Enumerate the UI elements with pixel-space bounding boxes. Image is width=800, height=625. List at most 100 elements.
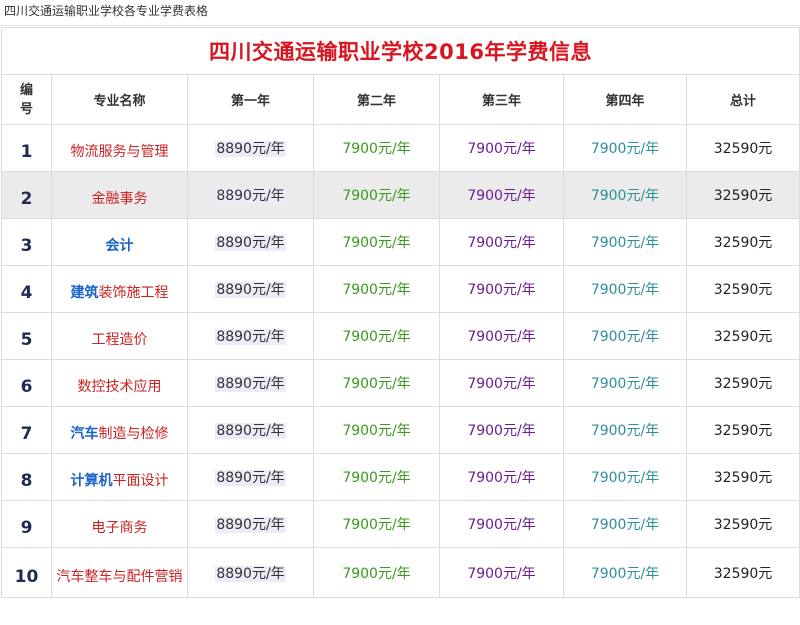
fee-year4: 7900元/年 xyxy=(563,265,687,313)
fee-year1-value: 8890元/年 xyxy=(215,188,286,204)
fee-year4: 7900元/年 xyxy=(563,359,687,407)
fee-total: 32590元 xyxy=(685,359,800,407)
major-name-text: 电子商务 xyxy=(91,520,148,536)
fee-year1-value: 8890元/年 xyxy=(215,470,286,486)
fee-total: 32590元 xyxy=(685,547,800,598)
fee-year1-value: 8890元/年 xyxy=(215,565,286,582)
major-name: 电子商务 xyxy=(51,500,188,548)
fee-year4: 7900元/年 xyxy=(563,171,687,219)
fee-year2: 7900元/年 xyxy=(313,171,440,219)
fee-year3: 7900元/年 xyxy=(439,124,564,172)
fee-total: 32590元 xyxy=(685,124,800,172)
header-major: 专业名称 xyxy=(51,74,188,125)
major-name-highlight: 汽车 xyxy=(70,426,99,442)
row-number: 2 xyxy=(1,171,52,219)
major-name: 金融事务 xyxy=(51,171,188,219)
row-number: 8 xyxy=(1,453,52,501)
header-year2: 第二年 xyxy=(313,74,440,125)
fee-total: 32590元 xyxy=(685,265,800,313)
fee-year1: 8890元/年 xyxy=(187,218,314,266)
fee-total: 32590元 xyxy=(685,218,800,266)
fee-year1: 8890元/年 xyxy=(187,500,314,548)
major-name-text: 工程造价 xyxy=(91,332,148,348)
table-row: 10 汽车整车与配件营销 8890元/年 7900元/年 7900元/年 7900元/年 3… xyxy=(1,547,800,598)
major-name-text: 金融事务 xyxy=(91,191,148,207)
major-name-text: 汽车整车与配件营销 xyxy=(56,568,183,585)
header-number-line1: 编 xyxy=(19,82,33,98)
fee-total: 32590元 xyxy=(685,312,800,360)
major-name-highlight: 计算机 xyxy=(70,473,113,489)
fee-total: 32590元 xyxy=(685,453,800,501)
header-number-line2: 号 xyxy=(19,101,33,117)
header-number: 编 号 xyxy=(1,74,52,125)
fee-total: 32590元 xyxy=(685,500,800,548)
table-title-row: 四川交通运输职业学校2016年学费信息 xyxy=(0,27,800,75)
fee-year4: 7900元/年 xyxy=(563,500,687,548)
major-name-highlight: 会计 xyxy=(105,238,134,254)
major-name: 物流服务与管理 xyxy=(51,124,188,172)
fee-year3: 7900元/年 xyxy=(439,218,564,266)
header-year1: 第一年 xyxy=(187,74,314,125)
page-caption: 四川交通运输职业学校各专业学费表格 xyxy=(0,0,800,26)
major-name-text: 装饰施工程 xyxy=(98,285,169,301)
major-name-text: 数控技术应用 xyxy=(77,379,162,395)
row-number: 3 xyxy=(1,218,52,266)
fee-year4: 7900元/年 xyxy=(563,547,687,598)
fee-year2: 7900元/年 xyxy=(313,406,440,454)
fee-year2: 7900元/年 xyxy=(313,218,440,266)
fee-year4: 7900元/年 xyxy=(563,453,687,501)
fee-year3: 7900元/年 xyxy=(439,547,564,598)
row-number: 10 xyxy=(1,547,52,598)
row-number: 5 xyxy=(1,312,52,360)
row-number: 9 xyxy=(1,500,52,548)
major-name-highlight: 建筑 xyxy=(70,285,99,301)
fee-year1: 8890元/年 xyxy=(187,124,314,172)
major-name: 数控技术应用 xyxy=(51,359,188,407)
fee-year4: 7900元/年 xyxy=(563,312,687,360)
major-name-text: 制造与检修 xyxy=(98,426,169,442)
fee-year2: 7900元/年 xyxy=(313,453,440,501)
table-header-row: 编 号 专业名称 第一年 第二年 第三年 第四年 总计 xyxy=(1,74,800,125)
table-row: 4 建筑装饰施工程 8890元/年 7900元/年 7900元/年 7900元/年 3259… xyxy=(1,265,800,313)
fee-year1: 8890元/年 xyxy=(187,359,314,407)
fee-year2: 7900元/年 xyxy=(313,500,440,548)
fee-total: 32590元 xyxy=(685,406,800,454)
fee-year1-value: 8890元/年 xyxy=(215,141,286,157)
row-number: 1 xyxy=(1,124,52,172)
row-number: 6 xyxy=(1,359,52,407)
header-year3: 第三年 xyxy=(439,74,564,125)
fee-year2: 7900元/年 xyxy=(313,124,440,172)
fee-year1-value: 8890元/年 xyxy=(215,235,286,251)
fee-year1: 8890元/年 xyxy=(187,453,314,501)
fee-total: 32590元 xyxy=(685,171,800,219)
table-row: 9 电子商务 8890元/年 7900元/年 7900元/年 7900元/年 32590元 xyxy=(1,500,800,548)
fee-year1-value: 8890元/年 xyxy=(215,282,286,298)
fee-year1: 8890元/年 xyxy=(187,171,314,219)
fee-year1-value: 8890元/年 xyxy=(215,329,286,345)
table-row: 2 金融事务 8890元/年 7900元/年 7900元/年 7900元/年 32590元 xyxy=(1,171,800,219)
fee-year4: 7900元/年 xyxy=(563,406,687,454)
table-row: 7 汽车制造与检修 8890元/年 7900元/年 7900元/年 7900元/年 3259… xyxy=(1,406,800,454)
fee-year2: 7900元/年 xyxy=(313,312,440,360)
major-name-text: 物流服务与管理 xyxy=(70,144,169,160)
fee-year3: 7900元/年 xyxy=(439,265,564,313)
header-total: 总计 xyxy=(685,74,800,125)
major-name: 建筑装饰施工程 xyxy=(51,265,188,313)
table-row: 8 计算机平面设计 8890元/年 7900元/年 7900元/年 7900元/年 3259… xyxy=(1,453,800,501)
table-title: 四川交通运输职业学校2016年学费信息 xyxy=(0,27,800,75)
fee-year1: 8890元/年 xyxy=(187,547,314,598)
fee-year3: 7900元/年 xyxy=(439,359,564,407)
table-row: 6 数控技术应用 8890元/年 7900元/年 7900元/年 7900元/年 32590… xyxy=(1,359,800,407)
table-row: 5 工程造价 8890元/年 7900元/年 7900元/年 7900元/年 32590元 xyxy=(1,312,800,360)
major-name-text: 平面设计 xyxy=(112,473,169,489)
fee-year1: 8890元/年 xyxy=(187,265,314,313)
fee-year1: 8890元/年 xyxy=(187,406,314,454)
fee-year2: 7900元/年 xyxy=(313,547,440,598)
table-row: 1 物流服务与管理 8890元/年 7900元/年 7900元/年 7900元/年 3259… xyxy=(1,124,800,172)
fee-year4: 7900元/年 xyxy=(563,218,687,266)
fee-year1-value: 8890元/年 xyxy=(215,517,286,533)
major-name: 汽车制造与检修 xyxy=(51,406,188,454)
row-number: 7 xyxy=(1,406,52,454)
fee-year4: 7900元/年 xyxy=(563,124,687,172)
fee-year2: 7900元/年 xyxy=(313,359,440,407)
